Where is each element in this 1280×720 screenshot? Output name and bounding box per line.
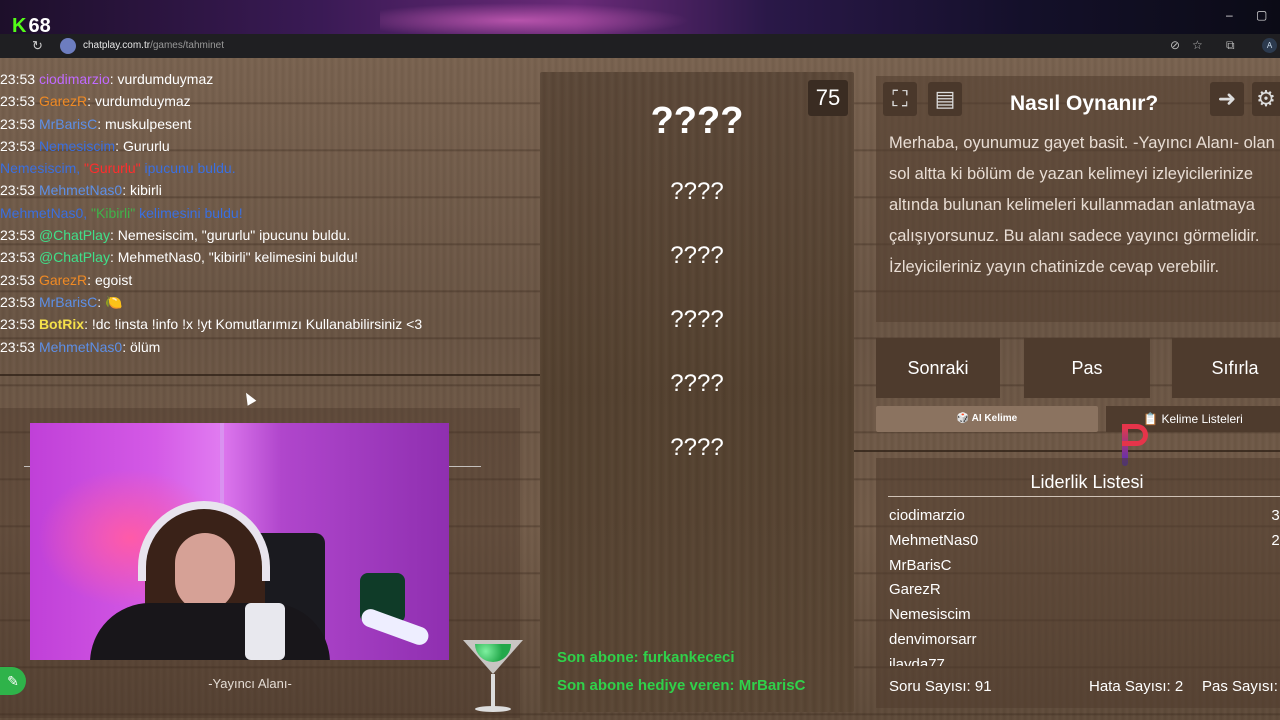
leaderboard-row: ciodimarzio34 bbox=[889, 507, 1280, 524]
chat-line: 23:53 MehmetNas0: ölüm bbox=[0, 338, 161, 355]
profile-avatar[interactable]: A bbox=[1262, 38, 1277, 53]
kick-logo: K 68 bbox=[12, 16, 51, 36]
chat-username[interactable]: @ChatPlay bbox=[39, 227, 110, 243]
browser-titlebar: K 68 – ▢ bbox=[0, 0, 1280, 36]
chat-line: 23:53 MrBarisC: muskulpesent bbox=[0, 115, 192, 132]
last-gifter: Son abone hediye veren: MrBarisC bbox=[557, 677, 806, 694]
forbidden-word: ???? bbox=[670, 370, 724, 397]
chat-line: 23:53 BotRix: !dc !insta !info !x !yt Ko… bbox=[0, 316, 423, 333]
chat-line: 23:53 MrBarisC: 🍋 bbox=[0, 293, 123, 310]
last-subscriber: Son abone: furkankececi bbox=[557, 649, 735, 666]
plank-seam bbox=[854, 450, 1280, 452]
titlebar-artwork bbox=[380, 0, 720, 34]
forbidden-word: ???? bbox=[670, 178, 724, 205]
chat-username[interactable]: MrBarisC bbox=[39, 116, 97, 132]
pass-count: Pas Sayısı: 4 bbox=[1202, 678, 1280, 695]
minimize-button[interactable]: – bbox=[1226, 8, 1233, 22]
forbidden-word: ???? bbox=[670, 242, 724, 269]
divider bbox=[888, 496, 1280, 497]
chat-username[interactable]: ciodimarzio bbox=[39, 71, 110, 87]
chat-username[interactable]: GarezR bbox=[39, 93, 87, 109]
chat-line: 23:53 GarezR: egoist bbox=[0, 271, 133, 288]
pass-button[interactable]: Pas bbox=[1024, 338, 1150, 398]
chat-line: 23:53 ciodimarzio: vurdumduymaz bbox=[0, 71, 214, 87]
chat-username[interactable]: BotRix bbox=[39, 316, 84, 332]
extensions-icon[interactable]: ⧉ bbox=[1226, 38, 1235, 53]
forbidden-word: ???? bbox=[670, 306, 724, 333]
leaderboard-list: ciodimarzio34 MehmetNas027 MrBarisC9 Gar… bbox=[889, 504, 1280, 666]
settings-icon[interactable]: ⚙ bbox=[1252, 82, 1280, 116]
leaderboard-row: GarezR8 bbox=[889, 581, 1280, 599]
chat-line: 23:53 MehmetNas0: kibirli bbox=[0, 182, 162, 199]
reset-button[interactable]: Sıfırla bbox=[1172, 338, 1280, 398]
how-to-play-text: Merhaba, oyunumuz gayet basit. -Yayıncı … bbox=[889, 134, 1275, 276]
leaderboard-row: MrBarisC9 bbox=[889, 556, 1280, 574]
chat-notice: MehmetNas0, "Kibirli" kelimesini buldu! bbox=[0, 204, 243, 221]
leaderboard-title: Liderlik Listesi bbox=[1030, 472, 1144, 492]
chat-username[interactable]: MehmetNas0 bbox=[39, 182, 122, 198]
url-field[interactable]: chatplay.com.tr/games/tahminet bbox=[83, 40, 224, 51]
leaderboard-row: MehmetNas027 bbox=[889, 531, 1280, 549]
eye-off-icon[interactable]: ⊘ bbox=[1170, 38, 1180, 52]
webcam-feed bbox=[30, 423, 449, 660]
leaderboard-row: denvimorsarr2 bbox=[889, 630, 1280, 648]
chat-username[interactable]: Nemesiscim bbox=[39, 138, 115, 154]
target-word: ???? bbox=[650, 100, 744, 142]
chat-username[interactable]: @ChatPlay bbox=[39, 249, 110, 265]
restore-button[interactable]: ▢ bbox=[1256, 8, 1267, 22]
error-count: Hata Sayısı: 2 bbox=[1089, 678, 1184, 695]
chat-feed: 23:53 ciodimarzio: vurdumduymaz 23:53 Ga… bbox=[0, 68, 518, 378]
site-info-icon[interactable] bbox=[60, 38, 76, 54]
chat-line: 23:53 GarezR: vurdumduymaz bbox=[0, 93, 191, 110]
url-path: /games/tahminet bbox=[150, 40, 224, 51]
chat-username[interactable]: MrBarisC bbox=[39, 294, 97, 310]
exit-icon[interactable]: ➜ bbox=[1210, 82, 1244, 116]
chat-username[interactable]: GarezR bbox=[39, 272, 87, 288]
reload-icon[interactable]: ↻ bbox=[32, 38, 43, 54]
ai-word-button[interactable]: 🎲 AI Kelime bbox=[876, 406, 1098, 432]
question-count: Soru Sayısı: 91 bbox=[889, 678, 992, 695]
chat-line: 23:53 Nemesiscim: Gururlu bbox=[0, 137, 170, 154]
chat-username[interactable]: MehmetNas0 bbox=[39, 339, 122, 355]
leaderboard-row: Nemesiscim2 bbox=[889, 606, 1280, 624]
leaderboard-row: ilayda77 bbox=[889, 655, 945, 666]
how-to-play-title: Nasıl Oynanır? bbox=[1010, 92, 1159, 115]
forbidden-word: ???? bbox=[670, 434, 724, 461]
url-domain: chatplay.com.tr bbox=[83, 40, 151, 51]
fullscreen-icon[interactable]: ⛶ bbox=[883, 82, 917, 116]
chat-notice: Nemesiscim, "Gururlu" ipucunu buldu. bbox=[0, 160, 236, 177]
next-button[interactable]: Sonraki bbox=[876, 338, 1000, 398]
chat-line: 23:53 @ChatPlay: Nemesiscim, "gururlu" i… bbox=[0, 227, 351, 244]
streamer-area-label: -Yayıncı Alanı- bbox=[208, 676, 292, 691]
chat-line: 23:53 @ChatPlay: MehmetNas0, "kibirli" k… bbox=[0, 249, 358, 266]
bookmark-star-icon[interactable]: ☆ bbox=[1192, 38, 1203, 52]
notes-icon[interactable]: ▤ bbox=[928, 82, 962, 116]
address-bar: ↻ chatplay.com.tr/games/tahminet ⊘ ☆ ⧉ A bbox=[0, 34, 1280, 58]
cocktail-decoration-icon bbox=[463, 640, 523, 718]
